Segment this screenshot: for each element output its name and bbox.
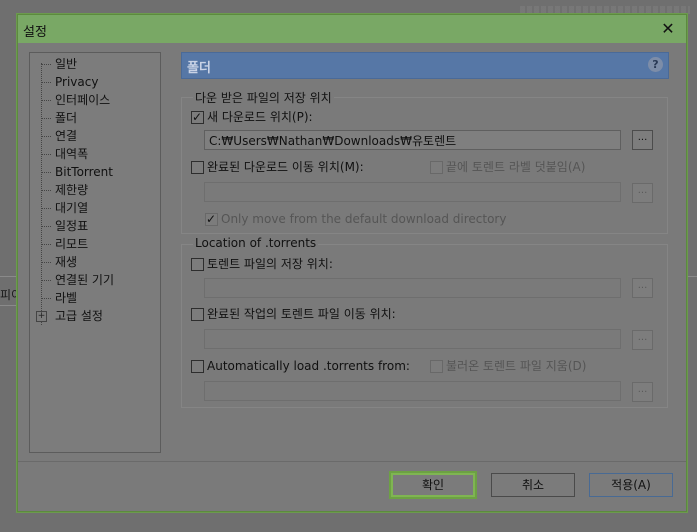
checkbox-icon[interactable] — [430, 161, 443, 174]
checkbox-icon[interactable] — [205, 211, 218, 227]
help-icon[interactable]: ? — [648, 57, 663, 72]
move-completed-path-input[interactable] — [204, 182, 621, 202]
checkbox-icon[interactable] — [191, 161, 204, 174]
browse-button[interactable]: ... — [632, 130, 653, 150]
checkbox-icon[interactable] — [191, 109, 204, 125]
background-text — [520, 6, 690, 14]
checkbox-icon[interactable] — [191, 360, 204, 373]
background-divider — [0, 305, 17, 306]
checkbox-icon[interactable] — [191, 258, 204, 271]
apply-button[interactable]: 적용(A) — [589, 473, 673, 497]
downloaded-files-group-label: 다운 받은 파일의 저장 위치 — [193, 89, 334, 106]
checkbox-icon[interactable] — [430, 360, 443, 373]
footer-divider — [18, 461, 686, 462]
checkbox-icon[interactable] — [191, 308, 204, 321]
cancel-button[interactable]: 취소 — [491, 473, 575, 497]
panel-title: 폴더 — [187, 61, 211, 76]
expand-icon[interactable]: + — [36, 311, 47, 322]
store-torrents-path-input[interactable] — [204, 278, 621, 298]
settings-tree: 일반 Privacy 인터페이스 폴더 연결 대역폭 BitTorrent 제한… — [29, 52, 161, 453]
ok-button[interactable]: 확인 — [391, 473, 475, 497]
browse-button[interactable]: ... — [632, 330, 653, 350]
auto-load-path-input[interactable] — [204, 381, 621, 401]
new-download-path-input[interactable]: C:₩Users₩Nathan₩Downloads₩유토렌트 — [204, 130, 621, 150]
panel-header: 폴더 ? — [181, 52, 669, 79]
browse-button[interactable]: ... — [632, 382, 653, 402]
dialog-title: 설정 — [23, 25, 47, 40]
browse-button[interactable]: ... — [632, 183, 653, 203]
browse-button[interactable]: ... — [632, 278, 653, 298]
torrents-location-group-label: Location of .torrents — [193, 236, 319, 250]
settings-dialog: 설정 ✕ 일반 Privacy 인터페이스 폴더 연결 대역폭 BitTorre… — [17, 14, 687, 512]
move-finished-path-input[interactable] — [204, 329, 621, 349]
close-icon[interactable]: ✕ — [650, 15, 686, 43]
background-divider — [0, 276, 17, 277]
title-bar[interactable]: 설정 ✕ — [18, 15, 686, 43]
